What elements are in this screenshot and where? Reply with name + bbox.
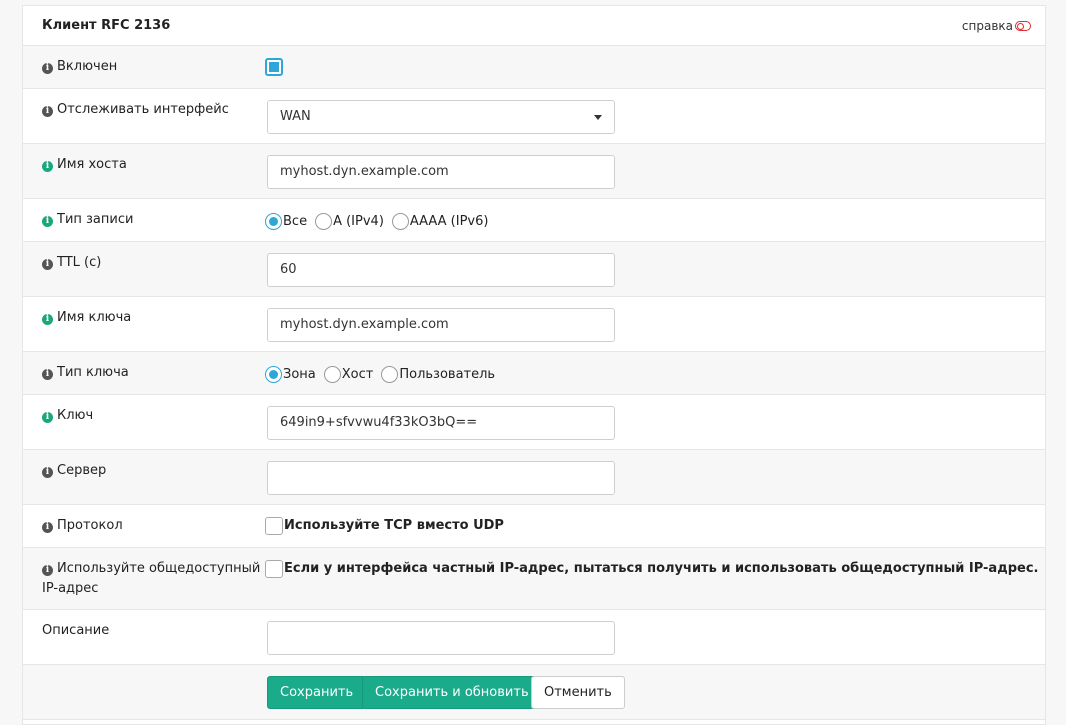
server-input[interactable] xyxy=(267,461,615,495)
key-type-user[interactable]: Пользователь xyxy=(381,366,495,383)
info-icon[interactable]: i xyxy=(42,369,53,380)
row-description: Описание xyxy=(23,610,1045,665)
save-update-button[interactable]: Сохранить и обновить xyxy=(362,676,542,709)
row-protocol: i Протокол Используйте TCP вместо UDP xyxy=(23,505,1045,548)
label-public-ip: i Используйте общедоступный IP-адрес xyxy=(42,561,261,596)
label-hostname: i Имя хоста xyxy=(42,155,127,175)
row-record-type: i Тип записи Все A (IPv4) AAAA (IPv6) xyxy=(23,199,1045,242)
radio-ipv4[interactable] xyxy=(315,213,333,230)
description-input[interactable] xyxy=(267,621,615,655)
public-ip-checkbox[interactable] xyxy=(265,560,283,578)
label-enabled: i Включен xyxy=(42,57,117,77)
radio-host[interactable] xyxy=(323,366,341,383)
help-label: справка xyxy=(961,19,1013,33)
key-type-host[interactable]: Хост xyxy=(323,366,373,383)
interface-select[interactable]: WAN xyxy=(267,100,615,134)
info-icon[interactable]: i xyxy=(42,63,53,74)
record-type-radios: Все A (IPv4) AAAA (IPv6) xyxy=(265,213,496,230)
label-description: Описание xyxy=(42,623,110,638)
key-input[interactable]: 649in9+sfvvwu4f33kO3bQ== xyxy=(267,406,615,440)
info-icon[interactable]: i xyxy=(42,565,53,576)
enabled-checkbox[interactable] xyxy=(265,58,283,76)
label-key: i Ключ xyxy=(42,406,93,426)
radio-user[interactable] xyxy=(381,366,399,383)
tcp-checkbox[interactable] xyxy=(265,517,283,535)
cancel-button[interactable]: Отменить xyxy=(531,676,625,709)
panel-header: Клиент RFC 2136 справка xyxy=(23,6,1045,46)
row-interface: i Отслеживать интерфейс WAN xyxy=(23,89,1045,144)
radio-ipv6[interactable] xyxy=(391,213,409,230)
tcp-checkbox-label[interactable]: Используйте TCP вместо UDP xyxy=(284,518,504,533)
row-enabled: i Включен xyxy=(23,46,1045,89)
info-icon[interactable]: i xyxy=(42,467,53,478)
row-public-ip: i Используйте общедоступный IP-адрес Если… xyxy=(23,548,1045,610)
row-hostname: i Имя хоста myhost.dyn.example.com xyxy=(23,144,1045,199)
label-server: i Сервер xyxy=(42,461,106,481)
info-icon[interactable]: i xyxy=(42,314,53,325)
hostname-input[interactable]: myhost.dyn.example.com xyxy=(267,155,615,189)
label-record-type: i Тип записи xyxy=(42,210,133,230)
info-icon[interactable]: i xyxy=(42,412,53,423)
info-icon[interactable]: i xyxy=(42,522,53,533)
label-ttl: i TTL (с) xyxy=(42,253,101,273)
rfc2136-client-panel: Клиент RFC 2136 справка i Включен i Отслеж… xyxy=(22,5,1046,725)
label-key-name: i Имя ключа xyxy=(42,308,131,328)
interface-select-value: WAN xyxy=(280,109,311,124)
info-icon[interactable]: i xyxy=(42,216,53,227)
row-key-type: i Тип ключа Зона Хост Пользователь xyxy=(23,352,1045,395)
row-actions: Сохранить Сохранить и обновить Отменить xyxy=(23,665,1045,720)
row-ttl: i TTL (с) 60 xyxy=(23,242,1045,297)
panel-title: Клиент RFC 2136 xyxy=(42,18,171,33)
record-type-ipv4[interactable]: A (IPv4) xyxy=(315,213,384,230)
record-type-ipv6[interactable]: AAAA (IPv6) xyxy=(391,213,488,230)
toggle-icon[interactable] xyxy=(1015,21,1031,31)
label-key-type: i Тип ключа xyxy=(42,363,129,383)
caret-down-icon xyxy=(594,115,602,120)
help-toggle[interactable]: справка xyxy=(962,19,1031,33)
row-key-name: i Имя ключа myhost.dyn.example.com xyxy=(23,297,1045,352)
info-icon[interactable]: i xyxy=(42,106,53,117)
key-name-input[interactable]: myhost.dyn.example.com xyxy=(267,308,615,342)
radio-all[interactable] xyxy=(265,213,282,230)
radio-zone[interactable] xyxy=(265,366,282,383)
key-type-zone[interactable]: Зона xyxy=(265,366,316,383)
label-protocol: i Протокол xyxy=(42,516,123,536)
ttl-input[interactable]: 60 xyxy=(267,253,615,287)
row-key: i Ключ 649in9+sfvvwu4f33kO3bQ== xyxy=(23,395,1045,450)
row-server: i Сервер xyxy=(23,450,1045,505)
public-ip-checkbox-label[interactable]: Если у интерфейса частный IP-адрес, пыта… xyxy=(284,561,1038,576)
info-icon[interactable]: i xyxy=(42,259,53,270)
key-type-radios: Зона Хост Пользователь xyxy=(265,366,503,383)
record-type-all[interactable]: Все xyxy=(265,213,307,230)
save-button[interactable]: Сохранить xyxy=(267,676,367,709)
info-icon[interactable]: i xyxy=(42,161,53,172)
label-interface: i Отслеживать интерфейс xyxy=(42,100,229,120)
